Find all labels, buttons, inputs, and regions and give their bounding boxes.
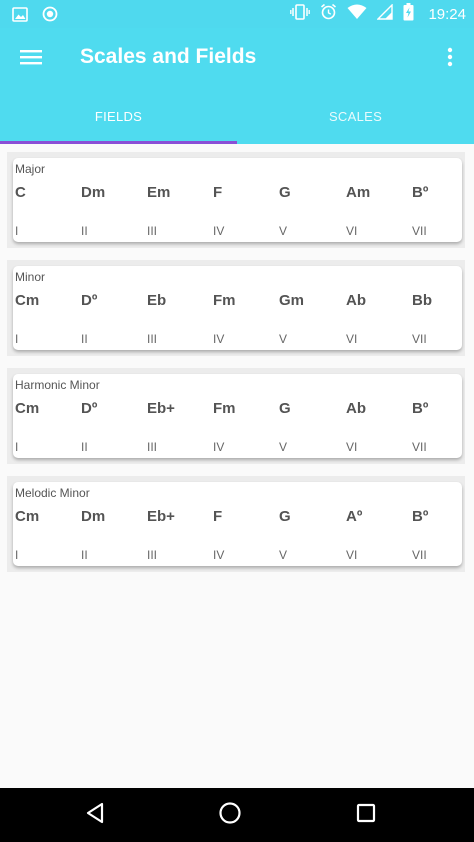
field-item-minor[interactable]: Minor Cm Dº Eb Fm Gm Ab Bb I II III IV V… <box>7 260 465 356</box>
image-icon <box>12 6 28 27</box>
vibrate-icon <box>290 3 311 25</box>
tab-fields[interactable]: FIELDS <box>0 90 237 142</box>
degree: VII <box>412 440 427 454</box>
circle-notification-icon <box>42 6 58 27</box>
degree: III <box>147 548 158 562</box>
chord: Eb <box>147 292 167 309</box>
status-notifications <box>12 6 58 27</box>
chord: Eb+ <box>147 400 175 417</box>
degree: II <box>81 440 88 454</box>
degree: VI <box>346 440 358 454</box>
tab-indicator <box>0 141 237 144</box>
field-item-melodic-minor[interactable]: Melodic Minor Cm Dm Eb+ F G Aº Bº I II I… <box>7 476 465 572</box>
degree: III <box>147 332 158 346</box>
chord: Fm <box>213 400 236 417</box>
home-circle-icon <box>218 801 242 830</box>
degree: VI <box>346 224 358 238</box>
chord: Dm <box>81 184 106 201</box>
degree: III <box>147 224 158 238</box>
hamburger-menu-icon <box>19 48 43 71</box>
menu-button[interactable] <box>16 45 46 73</box>
chord: Bº <box>412 184 429 201</box>
degree: I <box>15 440 19 454</box>
degree: VII <box>412 224 427 238</box>
home-button[interactable] <box>215 801 245 830</box>
chord: Eb+ <box>147 508 175 525</box>
chord: Gm <box>279 292 305 309</box>
chord: Em <box>147 184 171 201</box>
status-time: 19:24 <box>428 5 466 23</box>
degree: I <box>15 224 19 238</box>
chord: Bº <box>412 400 429 417</box>
degree: II <box>81 224 88 238</box>
field-card[interactable]: Minor Cm Dº Eb Fm Gm Ab Bb I II III IV V… <box>13 266 462 350</box>
degree: IV <box>213 548 225 562</box>
alarm-icon <box>320 3 337 25</box>
chord: Ab <box>346 292 366 309</box>
chord: F <box>213 184 223 201</box>
battery-charging-icon <box>403 2 414 26</box>
field-name: Harmonic Minor <box>15 378 100 392</box>
chord: Cm <box>15 508 40 525</box>
degree: VII <box>412 332 427 346</box>
field-card[interactable]: Harmonic Minor Cm Dº Eb+ Fm G Ab Bº I II… <box>13 374 462 458</box>
field-item-major[interactable]: Major C Dm Em F G Am Bº I II III IV V VI… <box>7 152 465 248</box>
chord: Dº <box>81 292 98 309</box>
degree: I <box>15 332 19 346</box>
chord: Cm <box>15 400 40 417</box>
degree: IV <box>213 440 225 454</box>
field-name: Melodic Minor <box>15 486 90 500</box>
degree: VI <box>346 332 358 346</box>
chord: C <box>15 184 26 201</box>
more-options-button[interactable] <box>438 45 462 73</box>
degree: V <box>279 224 288 238</box>
back-button[interactable] <box>80 802 110 828</box>
degree: III <box>147 440 158 454</box>
chord: G <box>279 184 291 201</box>
chord: Ab <box>346 400 366 417</box>
tab-scales[interactable]: SCALES <box>237 90 474 142</box>
chord: Dm <box>81 508 106 525</box>
degree: V <box>279 440 288 454</box>
chord: F <box>213 508 223 525</box>
chord: Fm <box>213 292 236 309</box>
chord: Bb <box>412 292 432 309</box>
chord: Bº <box>412 508 429 525</box>
chord: Dº <box>81 400 98 417</box>
recents-square-icon <box>355 802 377 829</box>
wifi-icon <box>347 4 367 25</box>
app-bar: Scales and Fields <box>0 28 474 90</box>
navigation-bar <box>0 788 474 842</box>
status-bar: 19:24 <box>0 0 474 28</box>
degree: II <box>81 332 88 346</box>
field-name: Minor <box>15 270 46 284</box>
back-triangle-icon <box>84 801 106 830</box>
chord: G <box>279 508 291 525</box>
recents-button[interactable] <box>351 802 381 828</box>
page-title: Scales and Fields <box>80 45 257 68</box>
field-card[interactable]: Melodic Minor Cm Dm Eb+ F G Aº Bº I II I… <box>13 482 462 566</box>
degree: V <box>279 332 288 346</box>
degree: IV <box>213 332 225 346</box>
status-system: 19:24 <box>290 2 466 26</box>
chord: Cm <box>15 292 40 309</box>
tab-bar: FIELDS SCALES <box>0 90 474 144</box>
degree: I <box>15 548 19 562</box>
chord: G <box>279 400 291 417</box>
more-vert-icon <box>447 47 453 72</box>
degree: VI <box>346 548 358 562</box>
signal-icon <box>376 2 394 25</box>
degree: II <box>81 548 88 562</box>
degree: VII <box>412 548 427 562</box>
chord: Am <box>346 184 371 201</box>
degree: IV <box>213 224 225 238</box>
field-name: Major <box>15 162 46 176</box>
field-card[interactable]: Major C Dm Em F G Am Bº I II III IV V VI… <box>13 158 462 242</box>
chord: Aº <box>346 508 363 525</box>
degree: V <box>279 548 288 562</box>
field-item-harmonic-minor[interactable]: Harmonic Minor Cm Dº Eb+ Fm G Ab Bº I II… <box>7 368 465 464</box>
